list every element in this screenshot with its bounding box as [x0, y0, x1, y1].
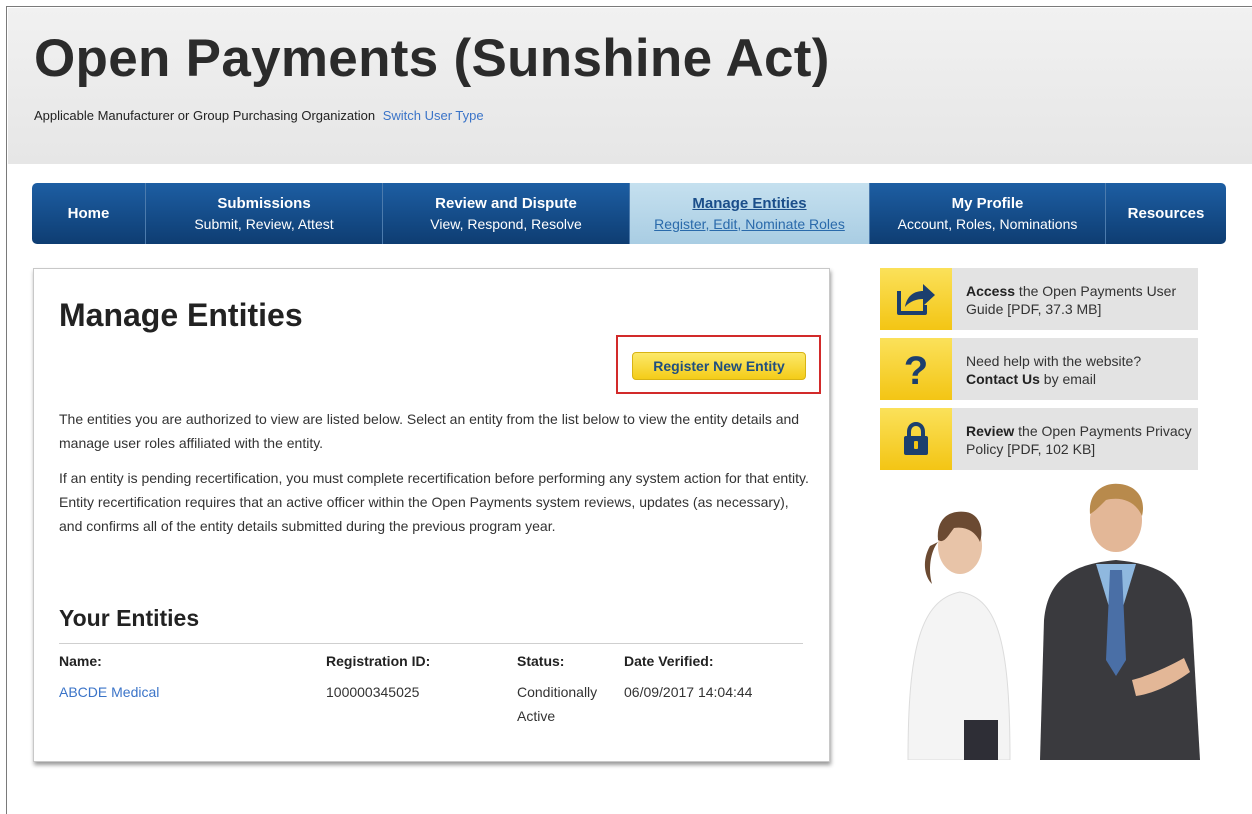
question-mark-icon: ? [880, 338, 952, 400]
nav-resources-label: Resources [1127, 204, 1205, 222]
nav-review-title: Review and Dispute [435, 194, 577, 212]
nav-review-dispute[interactable]: Review and Dispute View, Respond, Resolv… [383, 183, 630, 244]
register-new-entity-button[interactable]: Register New Entity [632, 352, 806, 380]
recertification-text: If an entity is pending recertification,… [59, 470, 809, 534]
entity-date-verified: 06/09/2017 14:04:44 [624, 684, 753, 700]
column-header-status: Status: [517, 653, 565, 669]
entity-name-link[interactable]: ABCDE Medical [59, 680, 159, 704]
manage-entities-panel: Manage Entities Register New Entity The … [33, 268, 830, 762]
nav-submissions[interactable]: Submissions Submit, Review, Attest [146, 183, 383, 244]
nav-submissions-sub: Submit, Review, Attest [194, 215, 334, 232]
nav-home[interactable]: Home [32, 183, 146, 244]
site-title: Open Payments (Sunshine Act) [34, 29, 830, 88]
divider [59, 643, 803, 644]
help-desc-2: by email [1039, 371, 1096, 387]
privacy-bold: Review [966, 423, 1015, 439]
user-guide-text: Access the Open Payments User Guide [PDF… [966, 282, 1194, 318]
help-desc: Need help with the website? [966, 353, 1142, 369]
nav-manage-title: Manage Entities [692, 194, 807, 212]
share-arrow-icon [880, 268, 952, 330]
nav-my-profile[interactable]: My Profile Account, Roles, Nominations [870, 183, 1106, 244]
nav-profile-sub: Account, Roles, Nominations [897, 215, 1078, 232]
entity-registration-id: 100000345025 [326, 684, 420, 700]
lock-icon [880, 408, 952, 470]
entity-status: Conditionally Active [517, 684, 598, 724]
your-entities-heading: Your Entities [59, 605, 200, 631]
user-guide-bold: Access [966, 283, 1016, 299]
nav-review-sub: View, Respond, Resolve [430, 215, 582, 232]
intro-text: The entities you are authorized to view … [59, 411, 800, 451]
column-header-date-verified: Date Verified: [624, 653, 714, 669]
site-header: Open Payments (Sunshine Act) Applicable … [8, 8, 1252, 164]
nav-manage-entities[interactable]: Manage Entities Register, Edit, Nominate… [630, 183, 870, 244]
user-type-label: Applicable Manufacturer or Group Purchas… [34, 108, 376, 123]
help-text: Need help with the website? Contact Us b… [966, 352, 1194, 388]
help-box[interactable]: ? Need help with the website? Contact Us… [880, 338, 1198, 400]
privacy-text: Review the Open Payments Privacy Policy … [966, 422, 1194, 458]
nav-profile-title: My Profile [951, 194, 1024, 212]
user-type-line: Applicable Manufacturer or Group Purchas… [34, 108, 484, 123]
nav-submissions-title: Submissions [217, 194, 311, 212]
page-title: Manage Entities [59, 297, 303, 333]
nav-resources[interactable]: Resources [1106, 183, 1226, 244]
switch-user-type-link[interactable]: Switch User Type [383, 108, 484, 123]
svg-text:?: ? [904, 349, 928, 389]
column-header-name: Name: [59, 653, 102, 669]
register-highlight-box: Register New Entity [616, 335, 821, 394]
column-header-registration-id: Registration ID: [326, 653, 431, 669]
contact-us-bold: Contact Us [966, 371, 1040, 387]
nav-home-label: Home [67, 204, 110, 222]
nav-manage-sub: Register, Edit, Nominate Roles [654, 215, 845, 232]
privacy-policy-box[interactable]: Review the Open Payments Privacy Policy … [880, 408, 1198, 470]
user-guide-box[interactable]: Access the Open Payments User Guide [PDF… [880, 268, 1198, 330]
professionals-photo [880, 480, 1220, 761]
main-nav: Home Submissions Submit, Review, Attest … [32, 183, 1226, 244]
